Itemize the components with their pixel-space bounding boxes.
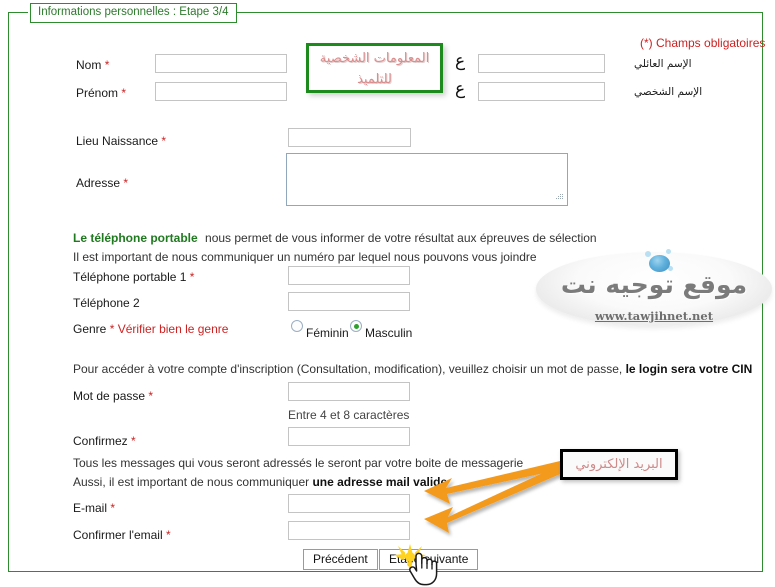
phone-intro-rest: nous permet de vous informer de votre ré…	[205, 231, 597, 245]
next-step-button[interactable]: Etape suivante	[379, 549, 479, 570]
mot-de-passe-input[interactable]	[288, 382, 410, 401]
nom-label-text: Nom	[76, 58, 102, 72]
nom-arabic-input[interactable]	[478, 54, 605, 73]
nom-required-star: *	[104, 58, 110, 72]
confirmez-label-text: Confirmez	[73, 434, 128, 448]
lieu-naissance-required-star: *	[161, 134, 167, 148]
phone-intro-line-1: Le téléphone portable nous permet de vou…	[73, 231, 597, 245]
arabic-title-line-1: المعلومات الشخصية	[319, 51, 430, 66]
genre-radio-feminin-label[interactable]: Féminin	[306, 326, 349, 340]
tel1-label: Téléphone portable 1 *	[73, 270, 194, 284]
genre-required-star: *	[109, 322, 115, 336]
genre-warning-text: Vérifier bien le genre	[117, 322, 229, 336]
confirmez-input[interactable]	[288, 427, 410, 446]
genre-label-text: Genre	[73, 322, 107, 336]
prenom-label: Prénom *	[76, 86, 126, 100]
required-fields-note: (*) Champs obligatoires	[640, 36, 766, 50]
genre-radio-masculin[interactable]	[350, 320, 362, 332]
email-intro-normal: Aussi, il est important de nous communiq…	[73, 475, 310, 489]
adresse-label-text: Adresse	[76, 176, 121, 190]
page-canvas: Informations personnelles : Etape 3/4 (*…	[0, 0, 775, 586]
email-required-star: *	[110, 501, 116, 515]
previous-step-button[interactable]: Précédent	[303, 549, 378, 570]
tel2-input[interactable]	[288, 292, 410, 311]
nom-arabic-label: الإسم العائلي	[634, 58, 692, 70]
email-input[interactable]	[288, 494, 410, 513]
password-intro-bold: le login sera votre CIN	[625, 362, 753, 376]
password-intro-normal: Pour accéder à votre compte d'inscriptio…	[73, 362, 623, 376]
lieu-naissance-input[interactable]	[288, 128, 411, 147]
password-intro: Pour accéder à votre compte d'inscriptio…	[73, 362, 752, 376]
tel1-required-star: *	[189, 270, 195, 284]
prenom-arabic-input[interactable]	[478, 82, 605, 101]
adresse-required-star: *	[123, 176, 129, 190]
confirmez-label: Confirmez *	[73, 434, 136, 448]
prenom-required-star: *	[121, 86, 127, 100]
phone-intro-line-2: Il est important de nous communiquer un …	[73, 250, 537, 264]
adresse-textarea[interactable]	[286, 153, 568, 206]
mot-de-passe-required-star: *	[148, 389, 154, 403]
genre-label: Genre * Vérifier bien le genre	[73, 322, 228, 336]
email-label-text: E-mail	[73, 501, 108, 515]
arabic-marker-nom: ع	[455, 51, 466, 71]
tel1-input[interactable]	[288, 266, 410, 285]
mot-de-passe-label-text: Mot de passe	[73, 389, 146, 403]
nom-input[interactable]	[155, 54, 287, 73]
arabic-title-callout: المعلومات الشخصية للتلميذ	[306, 43, 443, 93]
prenom-arabic-label: الإسم الشخصي	[634, 86, 703, 98]
tel2-label: Téléphone 2	[73, 296, 140, 310]
genre-radio-masculin-label[interactable]: Masculin	[365, 326, 412, 340]
confirmer-email-label-text: Confirmer l'email	[73, 528, 163, 542]
arabic-email-callout-box: البريد الإلكتروني	[560, 449, 678, 480]
mot-de-passe-label: Mot de passe *	[73, 389, 153, 403]
arabic-email-callout-text: البريد الإلكتروني	[575, 457, 663, 472]
confirmer-email-input[interactable]	[288, 521, 410, 540]
adresse-label: Adresse *	[76, 176, 128, 190]
password-hint: Entre 4 et 8 caractères	[288, 408, 410, 422]
arabic-title-line-2: للتلميذ	[357, 72, 392, 87]
prenom-input[interactable]	[155, 82, 287, 101]
email-label: E-mail *	[73, 501, 115, 515]
lieu-naissance-label-text: Lieu Naissance	[76, 134, 159, 148]
confirmez-required-star: *	[131, 434, 136, 448]
phone-intro-bold: Le téléphone portable	[73, 231, 198, 245]
nom-label: Nom *	[76, 58, 109, 72]
email-intro-line-2: Aussi, il est important de nous communiq…	[73, 475, 447, 489]
arabic-marker-prenom: ع	[455, 79, 466, 99]
tel1-label-text: Téléphone portable 1	[73, 270, 187, 284]
fieldset-legend: Informations personnelles : Etape 3/4	[30, 3, 237, 23]
email-callout-arrows	[424, 461, 565, 533]
genre-radio-feminin[interactable]	[291, 320, 303, 332]
prenom-label-text: Prénom	[76, 86, 119, 100]
confirmer-email-required-star: *	[166, 528, 171, 542]
lieu-naissance-label: Lieu Naissance *	[76, 134, 166, 148]
confirmer-email-label: Confirmer l'email *	[73, 528, 171, 542]
